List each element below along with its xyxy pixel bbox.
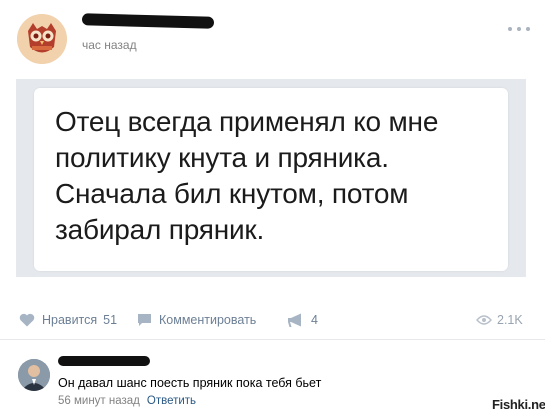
post-actions: Нравится 51 Комментировать 4 2.1K: [0, 306, 545, 338]
more-dots-icon[interactable]: [508, 24, 530, 34]
author-name-redacted[interactable]: [81, 13, 215, 29]
commenter-name-redacted[interactable]: [58, 356, 150, 366]
comment-meta: 56 минут назад Ответить: [58, 395, 196, 407]
dot: [517, 27, 521, 31]
author-avatar[interactable]: [17, 14, 67, 64]
eye-icon: [476, 315, 492, 325]
divider: [0, 339, 545, 340]
comment-label: Комментировать: [159, 313, 257, 327]
comment-button[interactable]: Комментировать: [137, 306, 256, 334]
comment-icon: [138, 314, 151, 326]
like-label: Нравится: [42, 313, 98, 327]
reply-link[interactable]: Ответить: [147, 395, 196, 407]
owl-avatar-image: [17, 14, 67, 64]
heart-icon: [19, 313, 35, 327]
like-count: 51: [103, 313, 118, 327]
megaphone-icon: [288, 313, 301, 327]
comment-time[interactable]: 56 минут назад: [58, 395, 140, 407]
dot: [526, 27, 530, 31]
commenter-avatar[interactable]: [18, 359, 50, 391]
quote-text: Отец всегда применял ко мне политику кну…: [55, 106, 439, 245]
commenter-photo: [18, 359, 50, 391]
share-count: 4: [311, 313, 318, 327]
dot: [508, 27, 512, 31]
post-header: час назад: [0, 0, 545, 72]
post-timestamp[interactable]: час назад: [82, 38, 137, 52]
comment-text: Он давал шанс поесть пряник пока тебя бь…: [58, 376, 322, 390]
watermark: Fishki.net: [492, 397, 545, 412]
share-button[interactable]: 4: [287, 306, 318, 334]
views-counter: 2.1K: [476, 306, 523, 334]
views-count: 2.1K: [497, 313, 523, 327]
like-button[interactable]: Нравится 51: [19, 306, 117, 334]
